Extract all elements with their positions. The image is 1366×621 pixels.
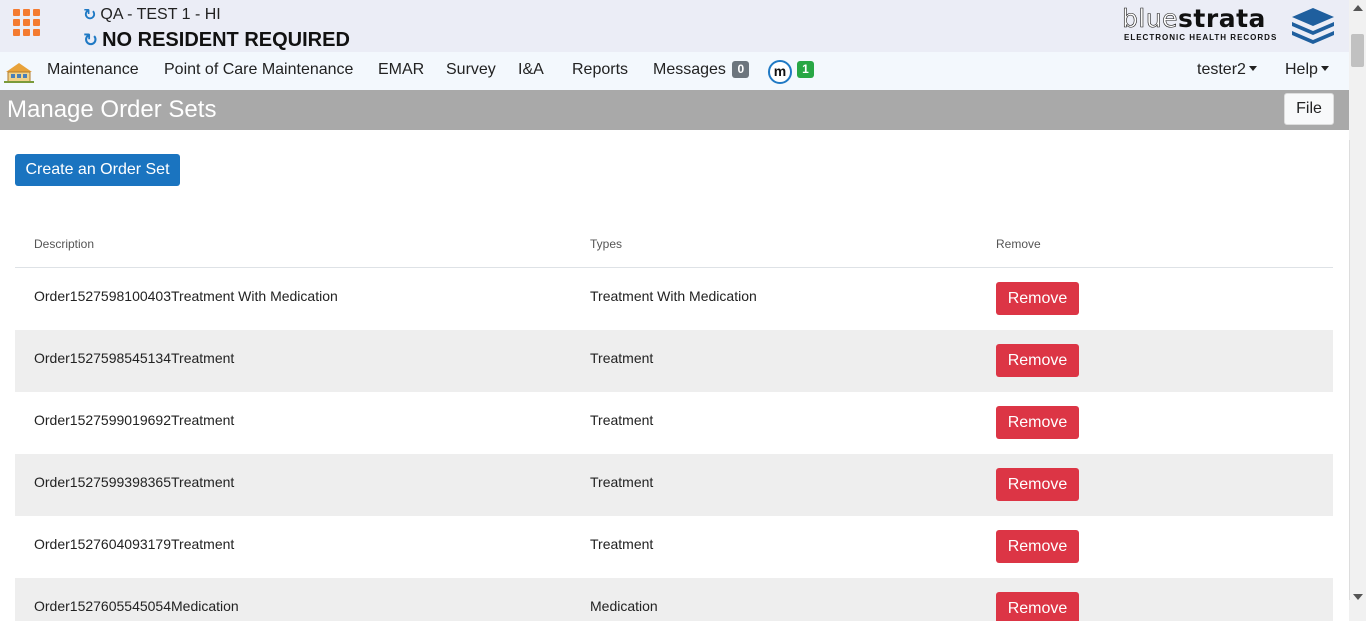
caret-down-icon <box>1320 66 1329 71</box>
remove-button[interactable]: Remove <box>996 406 1079 439</box>
nav-messages-label: Messages <box>653 61 726 78</box>
scrollbar-thumb[interactable] <box>1351 34 1364 67</box>
m-notification-icon[interactable]: m <box>768 60 792 84</box>
table-row: Order1527605545054Medication Medication … <box>15 578 1333 621</box>
column-header-remove: Remove <box>996 237 1041 251</box>
scroll-down-arrow-icon[interactable] <box>1353 594 1363 600</box>
scrollbar-track <box>1349 140 1350 600</box>
remove-button[interactable]: Remove <box>996 468 1079 501</box>
facility-name: QA - TEST 1 - HI <box>100 6 221 23</box>
remove-button[interactable]: Remove <box>996 282 1079 315</box>
row-type: Treatment <box>590 474 654 490</box>
main-nav: Maintenance Point of Care Maintenance EM… <box>0 52 1349 90</box>
top-bar: ↻ QA - TEST 1 - HI ↻ NO RESIDENT REQUIRE… <box>0 0 1349 52</box>
help-menu[interactable]: Help <box>1285 52 1329 90</box>
nav-emar[interactable]: EMAR <box>378 52 424 90</box>
row-description: Order1527599398365Treatment <box>34 474 235 490</box>
remove-button[interactable]: Remove <box>996 530 1079 563</box>
order-sets-table: Description Types Remove Order1527598100… <box>15 226 1333 621</box>
nav-i-and-a[interactable]: I&A <box>518 52 544 90</box>
row-description: Order1527604093179Treatment <box>34 536 235 552</box>
row-type: Treatment <box>590 350 654 366</box>
row-type: Treatment <box>590 536 654 552</box>
row-description: Order1527605545054Medication <box>34 598 239 614</box>
refresh-icon[interactable]: ↻ <box>83 30 98 51</box>
scroll-up-arrow-icon[interactable] <box>1353 5 1363 11</box>
nav-maintenance[interactable]: Maintenance <box>47 52 139 90</box>
remove-button[interactable]: Remove <box>996 344 1079 377</box>
bluestrata-logo: bluestrata ELECTRONIC HEALTH RECORDS <box>1122 4 1338 46</box>
table-header: Description Types Remove <box>15 226 1333 268</box>
page-header: Manage Order Sets File <box>0 90 1349 130</box>
row-type: Treatment <box>590 412 654 428</box>
refresh-icon[interactable]: ↻ <box>83 5 96 25</box>
column-header-types: Types <box>590 237 623 251</box>
table-row: Order1527599019692Treatment Treatment Re… <box>15 392 1333 454</box>
nav-messages[interactable]: Messages 0 <box>653 52 750 90</box>
m-notification-count: 1 <box>795 52 814 90</box>
table-row: Order1527604093179Treatment Treatment Re… <box>15 516 1333 578</box>
row-description: Order1527598545134Treatment <box>34 350 235 366</box>
home-building-icon[interactable] <box>4 60 34 84</box>
stacked-layers-icon <box>1292 8 1334 44</box>
facility-selector[interactable]: ↻ QA - TEST 1 - HI <box>83 5 221 25</box>
messages-count-badge: 0 <box>732 61 750 78</box>
caret-down-icon <box>1248 66 1257 71</box>
resident-name: NO RESIDENT REQUIRED <box>102 29 350 51</box>
column-header-description: Description <box>34 237 95 251</box>
user-menu-label: tester2 <box>1197 61 1246 78</box>
table-row: Order1527599398365Treatment Treatment Re… <box>15 454 1333 516</box>
remove-button[interactable]: Remove <box>996 592 1079 621</box>
user-menu[interactable]: tester2 <box>1197 52 1257 90</box>
apps-grid-icon[interactable] <box>13 9 40 36</box>
nav-survey[interactable]: Survey <box>446 52 496 90</box>
row-description: Order1527598100403Treatment With Medicat… <box>34 288 338 304</box>
nav-reports[interactable]: Reports <box>572 52 628 90</box>
help-menu-label: Help <box>1285 61 1318 78</box>
resident-selector[interactable]: ↻ NO RESIDENT REQUIRED <box>83 29 350 52</box>
vertical-scrollbar[interactable] <box>1349 0 1366 621</box>
table-row: Order1527598100403Treatment With Medicat… <box>15 268 1333 330</box>
table-row: Order1527598545134Treatment Treatment Re… <box>15 330 1333 392</box>
nav-point-of-care-maintenance[interactable]: Point of Care Maintenance <box>164 52 353 90</box>
row-description: Order1527599019692Treatment <box>34 412 235 428</box>
row-type: Medication <box>590 598 658 614</box>
file-button[interactable]: File <box>1284 93 1334 125</box>
create-order-set-button[interactable]: Create an Order Set <box>15 154 180 186</box>
row-type: Treatment With Medication <box>590 288 757 304</box>
m-count-badge: 1 <box>797 61 814 78</box>
page-title: Manage Order Sets <box>7 96 217 123</box>
